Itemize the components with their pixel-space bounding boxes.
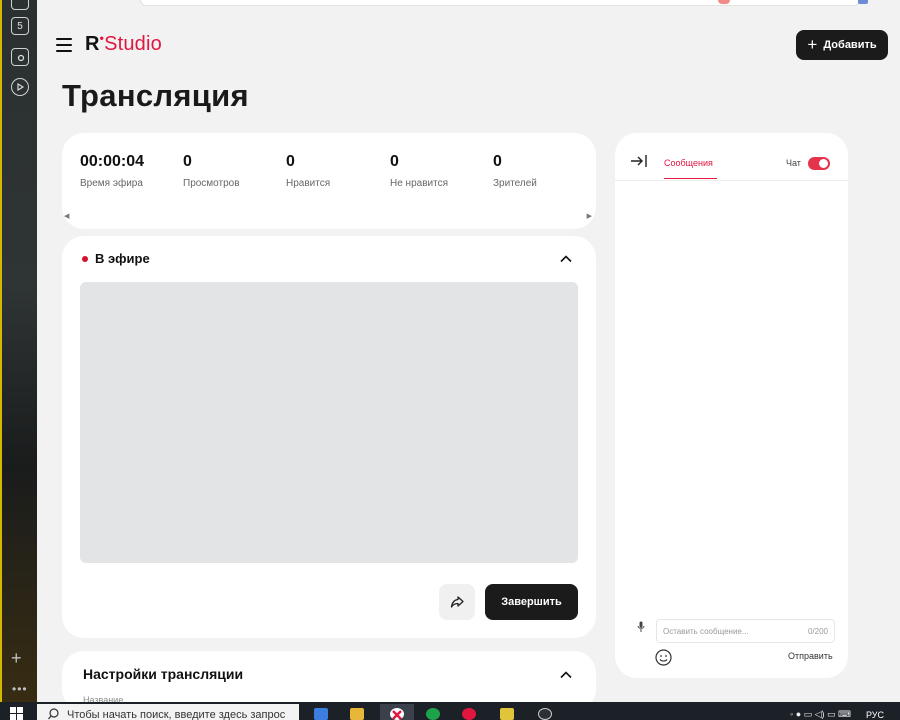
tab-messages[interactable]: Сообщения	[664, 158, 717, 179]
stat-label: Зрителей	[493, 178, 537, 189]
emoji-icon[interactable]	[655, 649, 672, 666]
address-bar[interactable]	[140, 0, 860, 6]
screenshot-icon[interactable]	[11, 48, 29, 66]
clock-app-icon[interactable]	[538, 708, 552, 720]
chat-toggle-label: Чат	[786, 158, 801, 168]
message-input[interactable]: Оставить сообщение... 0/200	[656, 619, 835, 643]
page-title: Трансляция	[62, 78, 249, 113]
chevron-up-icon[interactable]	[559, 252, 573, 266]
windows-start-icon[interactable]	[10, 707, 24, 720]
tab-counter-icon[interactable]: 5	[11, 17, 29, 35]
chat-header: Сообщения Чат	[615, 133, 848, 181]
app-icon[interactable]	[500, 708, 514, 720]
play-icon[interactable]	[11, 78, 29, 96]
send-button[interactable]: Отправить	[788, 651, 833, 661]
stat-viewers: 0 Зрителей	[493, 153, 537, 189]
yandex-icon[interactable]	[462, 708, 476, 720]
chat-toggle[interactable]	[808, 157, 830, 170]
stat-dislikes: 0 Не нравится	[390, 153, 448, 189]
live-title: В эфире	[95, 251, 150, 266]
store-icon[interactable]	[314, 708, 328, 720]
stat-airtime: 00:00:04 Время эфира	[80, 153, 144, 189]
add-panel-icon[interactable]: +	[11, 649, 22, 667]
taskbar-search-text: Чтобы начать поиск, введите здесь запрос	[67, 709, 286, 720]
share-icon	[450, 596, 464, 608]
language-indicator[interactable]: РУС	[866, 710, 884, 720]
settings-title: Настройки трансляции	[83, 666, 244, 682]
stat-value: 0	[390, 153, 399, 170]
share-button[interactable]	[439, 584, 475, 620]
browser-sidebar: 5 + •••	[0, 0, 37, 720]
search-icon	[48, 708, 59, 720]
live-card: В эфире Завершить	[62, 236, 596, 638]
stat-value: 0	[183, 153, 192, 170]
live-header: В эфире	[82, 251, 150, 266]
video-preview	[80, 282, 578, 563]
stat-views: 0 Просмотров	[183, 153, 240, 189]
stat-likes: 0 Нравится	[286, 153, 330, 189]
browser-tab-icon[interactable]	[11, 0, 29, 10]
taskbar-search[interactable]: Чтобы начать поиск, введите здесь запрос	[37, 704, 299, 720]
stats-card: 00:00:04 Время эфира 0 Просмотров 0 Нрав…	[62, 133, 596, 229]
live-indicator-icon	[82, 255, 88, 262]
plus-icon: +	[807, 35, 818, 54]
end-stream-button[interactable]: Завершить	[485, 584, 578, 620]
chat-panel: Сообщения Чат Оставить сообщение... 0/20…	[615, 133, 848, 678]
stat-label: Время эфира	[80, 178, 143, 189]
stat-value: 0	[493, 153, 502, 170]
scroll-left-icon[interactable]: ◀	[64, 212, 69, 220]
extension-icon[interactable]	[858, 0, 868, 4]
money-app-icon[interactable]	[426, 708, 440, 720]
logo-r: R	[85, 33, 100, 55]
stat-value: 0	[286, 153, 295, 170]
tab-counter-label: 5	[17, 20, 23, 32]
logo-studio: Studio	[104, 33, 162, 55]
stat-label: Не нравится	[390, 178, 448, 189]
stat-value: 00:00:04	[80, 153, 145, 170]
yandex-browser-icon[interactable]	[390, 708, 404, 720]
add-button-label: Добавить	[823, 39, 877, 51]
stat-label: Нравится	[286, 178, 331, 189]
message-placeholder: Оставить сообщение...	[663, 627, 749, 636]
system-tray[interactable]: ◦ ● ▭ ◁) ▭ ⌨	[790, 709, 851, 720]
stat-label: Просмотров	[183, 178, 240, 189]
add-button[interactable]: + Добавить	[796, 30, 888, 60]
taskbar: Чтобы начать поиск, введите здесь запрос…	[0, 702, 900, 720]
collapse-panel-icon[interactable]	[630, 154, 648, 168]
hamburger-menu-icon[interactable]	[56, 38, 72, 52]
rstudio-logo[interactable]: R•Studio	[85, 31, 162, 56]
char-counter: 0/200	[807, 627, 828, 636]
scroll-right-icon[interactable]: ▶	[587, 212, 592, 220]
explorer-icon[interactable]	[350, 708, 364, 720]
logo-dot: •	[99, 31, 105, 45]
more-icon[interactable]: •••	[12, 682, 28, 696]
microphone-icon[interactable]	[637, 621, 645, 633]
chevron-up-icon[interactable]	[559, 668, 573, 682]
